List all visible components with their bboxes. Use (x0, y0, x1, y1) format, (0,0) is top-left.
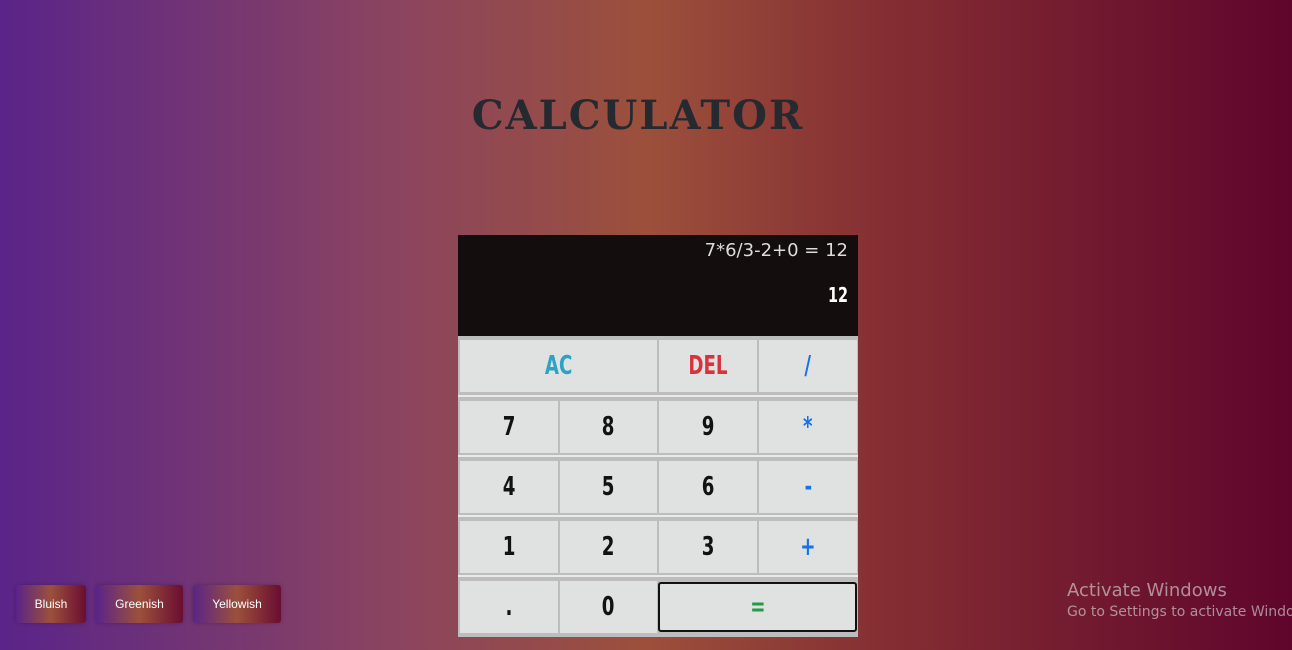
result-display: 12 (827, 283, 848, 307)
decimal-button[interactable]: . (460, 581, 558, 633)
theme-yellowish-button[interactable]: Yellowish (193, 585, 281, 623)
calculator-display: 7*6/3-2+0 = 12 12 (458, 235, 858, 336)
theme-bluish-button[interactable]: Bluish (16, 585, 86, 623)
row-divider (458, 455, 858, 457)
digit-6-label: 6 (701, 472, 715, 502)
page-title: CALCULATOR (471, 92, 805, 139)
digit-3-label: 3 (701, 532, 715, 562)
calculator: 7*6/3-2+0 = 12 12 AC DEL / 7 8 9 * 4 5 6… (458, 235, 858, 637)
add-label: + (800, 532, 816, 562)
watermark-title: Activate Windows (1067, 580, 1227, 601)
digit-8-label: 8 (602, 412, 615, 442)
digit-4-button[interactable]: 4 (460, 461, 558, 513)
row-divider (458, 515, 858, 517)
divide-button[interactable]: / (759, 340, 857, 392)
digit-2-label: 2 (602, 532, 615, 562)
row-divider (458, 575, 858, 577)
expression-display: 7*6/3-2+0 = 12 (704, 240, 848, 261)
subtract-label: - (804, 472, 812, 502)
digit-1-button[interactable]: 1 (460, 521, 558, 573)
delete-label: DEL (688, 351, 728, 381)
digit-2-button[interactable]: 2 (560, 521, 657, 573)
add-button[interactable]: + (759, 521, 857, 573)
digit-9-button[interactable]: 9 (659, 401, 757, 453)
watermark-subtitle: Go to Settings to activate Windows. (1067, 604, 1292, 620)
digit-9-label: 9 (701, 412, 715, 442)
digit-1-label: 1 (502, 532, 516, 562)
divide-label: / (804, 351, 812, 381)
all-clear-label: AC (544, 351, 573, 381)
activate-windows-watermark: Activate Windows Go to Settings to activ… (1067, 580, 1292, 620)
theme-greenish-button[interactable]: Greenish (96, 585, 183, 623)
row-divider (458, 395, 858, 397)
multiply-button[interactable]: * (759, 401, 857, 453)
equals-label: = (749, 592, 766, 622)
digit-3-button[interactable]: 3 (659, 521, 757, 573)
decimal-label: . (505, 592, 513, 622)
digit-7-label: 7 (502, 412, 516, 442)
digit-0-label: 0 (602, 592, 615, 622)
multiply-label: * (803, 412, 813, 442)
digit-7-button[interactable]: 7 (460, 401, 558, 453)
digit-6-button[interactable]: 6 (659, 461, 757, 513)
all-clear-button[interactable]: AC (460, 340, 657, 392)
subtract-button[interactable]: - (759, 461, 857, 513)
digit-5-button[interactable]: 5 (560, 461, 657, 513)
digit-4-label: 4 (502, 472, 516, 502)
digit-0-button[interactable]: 0 (560, 581, 657, 633)
digit-8-button[interactable]: 8 (560, 401, 657, 453)
delete-button[interactable]: DEL (659, 340, 757, 392)
equals-button[interactable]: = (658, 582, 857, 632)
digit-5-label: 5 (602, 472, 615, 502)
